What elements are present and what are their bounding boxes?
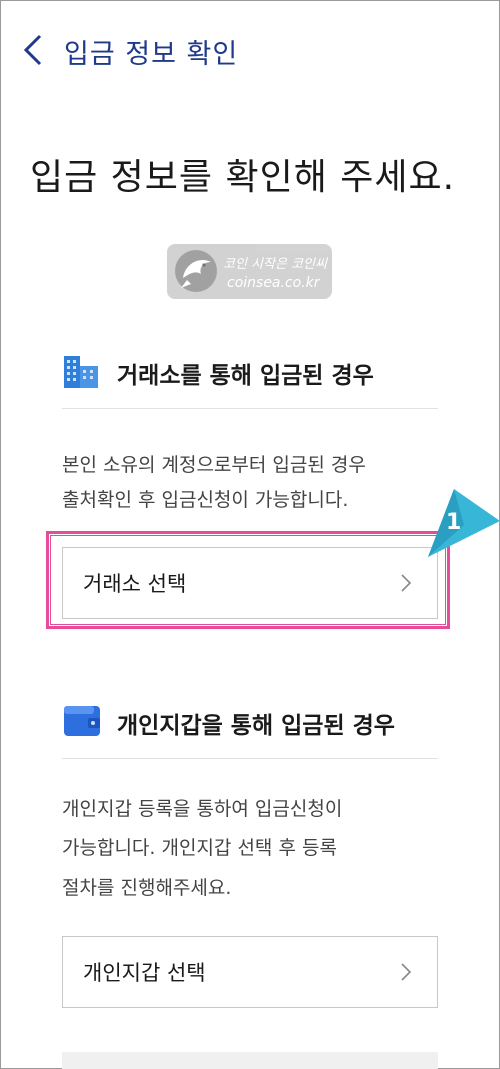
exchange-section-title: 거래소를 통해 입금된 경우 [117,363,374,389]
exchange-section-header: 거래소를 통해 입금된 경우 [62,350,438,390]
exchange-description-line1: 본인 소유의 계정으로부터 입금된 경우 [62,454,366,476]
next-card-partial [62,1052,438,1069]
wallet-icon [64,706,100,736]
step-callout-arrow-icon [428,489,500,557]
select-wallet-button[interactable]: 개인지갑 선택 [62,936,438,1008]
app-header: 입금 정보 확인 [0,22,500,78]
exchange-description-line2: 출처확인 후 입금신청이 가능합니다. [62,489,349,511]
watermark: 코인 시작은 코인씨 coinsea.co.kr [167,244,332,299]
divider [62,758,438,759]
step-number: 1 [446,510,462,535]
building-icon [64,356,98,388]
wallet-section-header: 개인지갑을 통해 입금된 경우 [62,700,438,740]
wallet-description-line1: 개인지갑 등록을 통하여 입금신청이 [62,798,343,820]
watermark-url: coinsea.co.kr [227,275,320,291]
dolphin-logo-icon [175,250,217,292]
divider [62,408,438,409]
select-wallet-label: 개인지갑 선택 [83,961,206,985]
page-title: 입금 정보를 확인해 주세요. [30,157,456,198]
watermark-slogan: 코인 시작은 코인씨 [223,257,327,272]
wallet-section-title: 개인지갑을 통해 입금된 경우 [117,713,395,739]
wallet-description-line3: 절차를 진행해주세요. [62,877,232,899]
chevron-right-icon [401,963,412,981]
back-icon[interactable] [20,32,48,68]
page-header-title: 입금 정보 확인 [64,39,239,70]
tutorial-highlight-inner [50,535,446,625]
wallet-description-line2: 가능합니다. 개인지갑 선택 후 등록 [62,837,337,859]
